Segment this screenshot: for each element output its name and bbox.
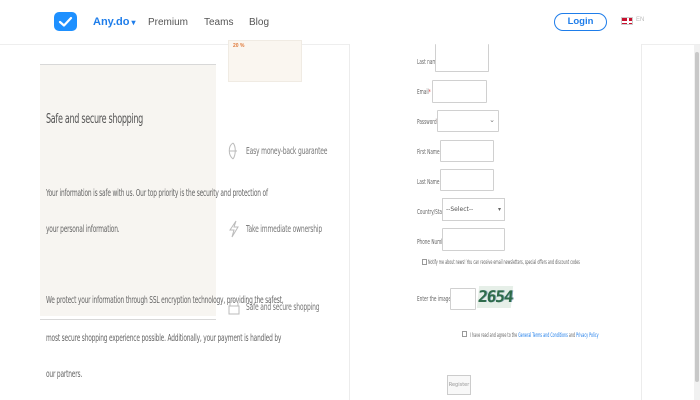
first-name-input[interactable]: [440, 140, 494, 162]
uk-flag-icon[interactable]: [621, 17, 633, 25]
gift-icon: [228, 142, 237, 160]
feature-ownership: Take immediate ownership: [246, 224, 322, 235]
security-paragraph-line: most secure shopping experience possible…: [46, 333, 282, 344]
last-name-input-2[interactable]: [440, 169, 494, 191]
brand-menu[interactable]: Any.do ▾: [93, 16, 135, 28]
security-paragraph-line: your personal information.: [46, 224, 120, 235]
lightning-icon: [229, 220, 239, 238]
top-navbar: Any.do ▾ Premium Teams Blog Login EN: [0, 0, 700, 45]
chevron-down-icon: ▾: [497, 206, 501, 213]
feature-secure-shopping: Safe and secure shopping: [246, 302, 320, 313]
newsletter-text: Notify me about news! You can receive em…: [428, 259, 580, 266]
email-label: Email*: [417, 88, 431, 96]
captcha-image: 2654: [476, 286, 514, 308]
scrollbar-thumb[interactable]: [695, 52, 699, 382]
email-input[interactable]: [432, 80, 487, 103]
last-name-input[interactable]: [435, 44, 489, 72]
password-input[interactable]: ⌄: [437, 110, 499, 132]
chevron-down-icon: ▾: [131, 17, 136, 27]
security-paragraph-line: Your information is safe with us. Our to…: [46, 188, 268, 199]
divider: [40, 319, 216, 320]
registration-form: [349, 44, 642, 400]
register-button[interactable]: Register: [447, 375, 471, 395]
captcha-input[interactable]: [450, 288, 476, 310]
country-select[interactable]: --Select-- ▾: [442, 198, 505, 221]
newsletter-checkbox[interactable]: [422, 259, 427, 265]
privacy-link[interactable]: Privacy Policy: [576, 332, 598, 339]
feature-money-back: Easy money-back guarantee: [246, 146, 328, 157]
checkmark-icon: [58, 16, 73, 27]
login-button[interactable]: Login: [554, 13, 607, 31]
captcha-label: Enter the image*: [417, 295, 453, 303]
security-title: Safe and secure shopping: [46, 112, 143, 127]
eye-icon[interactable]: ⌄: [489, 116, 495, 124]
anydo-logo[interactable]: [54, 12, 77, 31]
security-paragraph-line: our partners.: [46, 369, 83, 380]
promo-badge: 20 %: [233, 43, 245, 49]
brand-name: Any.do: [93, 16, 130, 28]
last-name-label-2: Last Name: [417, 178, 440, 186]
language-code[interactable]: EN: [636, 17, 644, 23]
first-name-label: First Name: [417, 148, 440, 156]
nav-premium[interactable]: Premium: [148, 17, 188, 28]
terms-link[interactable]: General Terms and Conditions: [518, 332, 568, 339]
nav-blog[interactable]: Blog: [249, 17, 269, 28]
phone-input[interactable]: [442, 228, 505, 251]
password-label: Password*: [417, 118, 439, 126]
lock-icon: [228, 300, 240, 315]
terms-checkbox[interactable]: [462, 331, 467, 337]
terms-text: I have read and agree to the General Ter…: [470, 332, 599, 339]
nav-teams[interactable]: Teams: [204, 17, 233, 28]
country-select-value: --Select--: [446, 206, 474, 213]
